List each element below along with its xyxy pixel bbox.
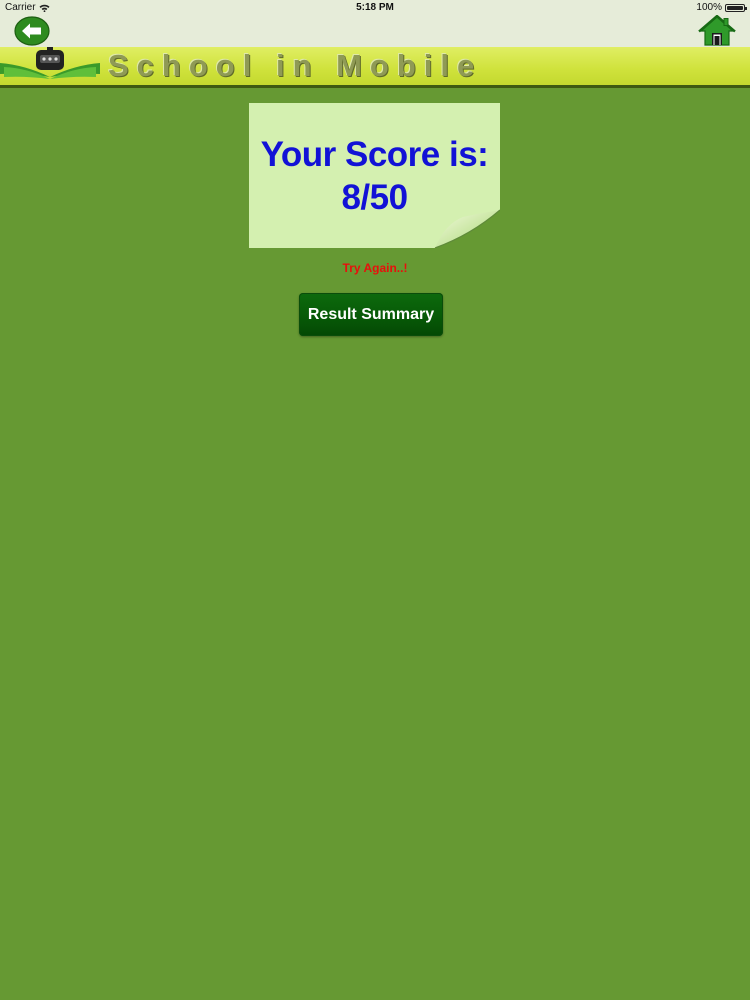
status-bar: Carrier 5:18 PM 100% bbox=[0, 0, 750, 15]
home-icon bbox=[698, 14, 736, 46]
nav-bar bbox=[0, 14, 750, 47]
paper-note-background bbox=[249, 103, 500, 248]
score-card: Your Score is: 8/50 bbox=[249, 103, 500, 248]
back-arrow-icon bbox=[14, 16, 50, 46]
app-banner: School in Mobile bbox=[0, 47, 750, 88]
battery-fill bbox=[727, 5, 743, 10]
status-time: 5:18 PM bbox=[356, 2, 394, 13]
battery-icon bbox=[725, 3, 747, 12]
score-value: 8/50 bbox=[341, 178, 408, 217]
result-message: Try Again..! bbox=[342, 261, 408, 275]
battery-percent: 100% bbox=[696, 2, 722, 13]
school-logo-icon bbox=[0, 47, 100, 79]
result-summary-button[interactable]: Result Summary bbox=[299, 293, 443, 336]
home-button[interactable] bbox=[698, 14, 736, 47]
score-heading: Your Score is: bbox=[260, 135, 489, 174]
back-button[interactable] bbox=[14, 16, 50, 46]
banner-title: School in Mobile bbox=[108, 48, 483, 83]
status-right: 100% bbox=[696, 2, 747, 13]
